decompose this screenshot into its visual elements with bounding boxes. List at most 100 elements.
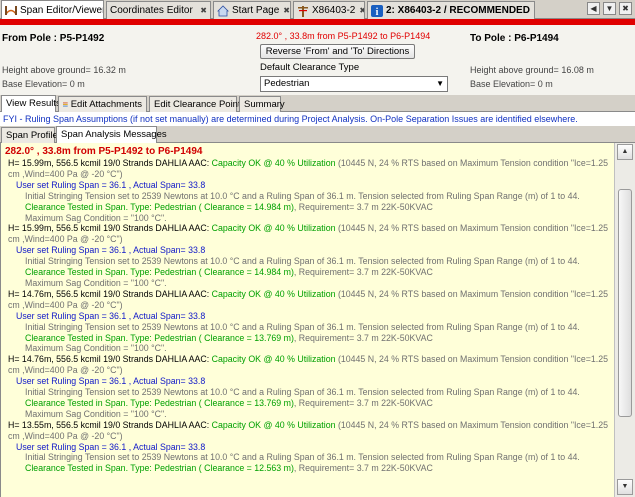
message-line: Clearance Tested in Span. Type: Pedestri… — [5, 398, 614, 409]
main-tab-bar: View Results Edit Attachments Edit Clear… — [0, 95, 635, 112]
close-icon[interactable]: ✖ — [619, 2, 632, 15]
vertical-scrollbar[interactable]: ▲ ▼ — [614, 143, 635, 497]
reverse-direction-button[interactable]: Reverse 'From' and 'To' Directions — [260, 44, 415, 59]
message-text: Maximum Sag Condition = "100 °C". — [25, 343, 167, 354]
tab-label: Span Editor/Viewer — [20, 4, 104, 16]
tab-recommended[interactable]: i 2: X86403-2 / RECOMMENDED ✖ — [367, 1, 535, 19]
close-icon[interactable]: ✖ — [355, 6, 364, 15]
message-line: User set Ruling Span = 36.1 , Actual Spa… — [5, 311, 614, 322]
pole-icon — [298, 5, 308, 17]
message-text: (10445 N, 24 % RTS based on Maximum Tens… — [337, 419, 608, 430]
messages-list: H= 15.99m, 556.5 kcmil 19/0 Strands DAHL… — [5, 158, 614, 474]
message-line: User set Ruling Span = 36.1 , Actual Spa… — [5, 245, 614, 256]
message-text: cm ,Wind=400 Pa @ -20 °C") — [8, 168, 123, 179]
message-line: cm ,Wind=400 Pa @ -20 °C") — [5, 300, 614, 311]
close-icon[interactable]: ✖ — [196, 6, 207, 15]
span-summary: 282.0° , 33.8m from P5-P1492 to P6-P1494 — [256, 31, 431, 41]
scrollbar-thumb[interactable] — [618, 189, 632, 417]
scroll-tabs-left-icon[interactable]: ◀ — [587, 2, 600, 15]
analysis-messages-panel: 282.0° , 33.8m from P5-P1492 to P6-P1494… — [0, 143, 614, 497]
tab-edit-attachments[interactable]: Edit Attachments — [58, 96, 147, 112]
tab-start-page[interactable]: Start Page ✖ — [213, 1, 291, 19]
message-text: Capacity OK @ 40 % Utilization — [211, 354, 338, 365]
tab-label: Span Profile — [6, 129, 58, 141]
tab-span-profile[interactable]: Span Profile — [1, 127, 58, 143]
scroll-up-icon[interactable]: ▲ — [617, 144, 633, 160]
message-text: H= 14.76m, 556.5 kcmil 19/0 Strands DAHL… — [8, 354, 212, 365]
message-line: H= 15.99m, 556.5 kcmil 19/0 Strands DAHL… — [5, 158, 614, 169]
message-text: , Requirement= 3.7 m 22K-50KVAC — [293, 267, 433, 278]
message-line: Maximum Sag Condition = "100 °C". — [5, 278, 614, 289]
sub-tab-bar: Span Profile Span Analysis Messages — [0, 126, 635, 143]
message-line: Clearance Tested in Span. Type: Pedestri… — [5, 463, 614, 474]
tab-list-dropdown-icon[interactable]: ▼ — [603, 2, 616, 15]
message-line: Clearance Tested in Span. Type: Pedestri… — [5, 202, 614, 213]
tab-label: Edit Attachments — [70, 98, 142, 110]
message-text: Clearance Tested in Span. Type: Pedestri… — [25, 267, 294, 278]
clearance-type-select[interactable]: Pedestrian ▼ — [260, 76, 448, 92]
tab-summary[interactable]: Summary — [239, 96, 285, 112]
message-text: (10445 N, 24 % RTS based on Maximum Tens… — [337, 288, 608, 299]
message-text: Maximum Sag Condition = "100 °C". — [25, 277, 167, 288]
home-icon — [217, 4, 229, 16]
tab-span-analysis-messages[interactable]: Span Analysis Messages — [56, 126, 167, 143]
message-line: User set Ruling Span = 36.1 , Actual Spa… — [5, 442, 614, 453]
message-text: Capacity OK @ 40 % Utilization — [211, 419, 338, 430]
close-icon[interactable]: ✖ — [530, 6, 535, 15]
message-text: Capacity OK @ 40 % Utilization — [211, 288, 338, 299]
message-text: , Requirement= 3.7 m 22K-50KVAC — [293, 201, 433, 212]
message-line: cm ,Wind=400 Pa @ -20 °C") — [5, 169, 614, 180]
tab-edit-clearance-points[interactable]: Edit Clearance Points — [149, 96, 245, 112]
message-line: Clearance Tested in Span. Type: Pedestri… — [5, 267, 614, 278]
from-base-elevation: Base Elevation= 0 m — [2, 79, 85, 89]
message-text: H= 15.99m, 556.5 kcmil 19/0 Strands DAHL… — [8, 223, 212, 234]
message-line: Initial Stringing Tension set to 2539 Ne… — [5, 387, 614, 398]
message-text: Capacity OK @ 40 % Utilization — [211, 223, 338, 234]
scroll-down-icon[interactable]: ▼ — [617, 479, 633, 495]
message-text: cm ,Wind=400 Pa @ -20 °C") — [8, 299, 123, 310]
message-text: Clearance Tested in Span. Type: Pedestri… — [25, 332, 294, 343]
tab-span-editor[interactable]: Span Editor/Viewer ✖ — [1, 0, 104, 19]
message-text: Clearance Tested in Span. Type: Pedestri… — [25, 463, 294, 474]
clearance-type-label: Default Clearance Type — [260, 62, 360, 73]
fyi-notice: FYI - Ruling Span Assumptions (if not se… — [0, 112, 635, 126]
tab-x86403-2[interactable]: X86403-2 ✖ — [293, 1, 365, 19]
message-text: H= 14.76m, 556.5 kcmil 19/0 Strands DAHL… — [8, 288, 212, 299]
tab-label: Summary — [244, 98, 285, 110]
from-pole-label: From Pole : P5-P1492 — [2, 33, 105, 44]
close-icon[interactable]: ✖ — [279, 6, 290, 15]
message-line: Initial Stringing Tension set to 2539 Ne… — [5, 452, 614, 463]
message-text: , Requirement= 3.7 m 22K-50KVAC — [293, 463, 433, 474]
tab-view-results[interactable]: View Results — [1, 95, 61, 112]
message-text: Initial Stringing Tension set to 2539 Ne… — [25, 387, 580, 398]
message-line: H= 14.76m, 556.5 kcmil 19/0 Strands DAHL… — [5, 289, 614, 300]
message-line: cm ,Wind=400 Pa @ -20 °C") — [5, 431, 614, 442]
message-text: User set Ruling Span = 36.1 , Actual Spa… — [16, 310, 206, 321]
message-text: H= 13.55m, 556.5 kcmil 19/0 Strands DAHL… — [8, 419, 212, 430]
from-height-label: Height above ground= 16.32 m — [2, 65, 126, 75]
message-text: Clearance Tested in Span. Type: Pedestri… — [25, 397, 294, 408]
svg-text:i: i — [376, 7, 379, 17]
tab-coordinates-editor[interactable]: Coordinates Editor ✖ — [106, 1, 211, 19]
document-tab-bar: Span Editor/Viewer ✖ Coordinates Editor … — [0, 0, 635, 19]
message-text: Maximum Sag Condition = "100 °C". — [25, 212, 167, 223]
message-line: H= 13.55m, 556.5 kcmil 19/0 Strands DAHL… — [5, 420, 614, 431]
tab-label: Edit Clearance Points — [154, 98, 246, 110]
tab-label: Span Analysis Messages — [61, 129, 167, 140]
message-text: User set Ruling Span = 36.1 , Actual Spa… — [16, 441, 206, 452]
message-text: (10445 N, 24 % RTS based on Maximum Tens… — [337, 354, 608, 365]
message-text: cm ,Wind=400 Pa @ -20 °C") — [8, 365, 123, 376]
message-text: User set Ruling Span = 36.1 , Actual Spa… — [16, 245, 206, 256]
message-text: Initial Stringing Tension set to 2539 Ne… — [25, 452, 580, 463]
message-text: Capacity OK @ 40 % Utilization — [211, 158, 338, 168]
message-text: Initial Stringing Tension set to 2539 Ne… — [25, 321, 580, 332]
message-line: cm ,Wind=400 Pa @ -20 °C") — [5, 365, 614, 376]
message-text: cm ,Wind=400 Pa @ -20 °C") — [8, 430, 123, 441]
tab-label: View Results — [6, 98, 61, 109]
message-text: Initial Stringing Tension set to 2539 Ne… — [25, 256, 580, 267]
message-text: User set Ruling Span = 36.1 , Actual Spa… — [16, 376, 206, 387]
message-text: Maximum Sag Condition = "100 °C". — [25, 408, 167, 419]
message-text: (10445 N, 24 % RTS based on Maximum Tens… — [337, 223, 608, 234]
message-line: Clearance Tested in Span. Type: Pedestri… — [5, 333, 614, 344]
tab-label: X86403-2 — [312, 5, 356, 16]
